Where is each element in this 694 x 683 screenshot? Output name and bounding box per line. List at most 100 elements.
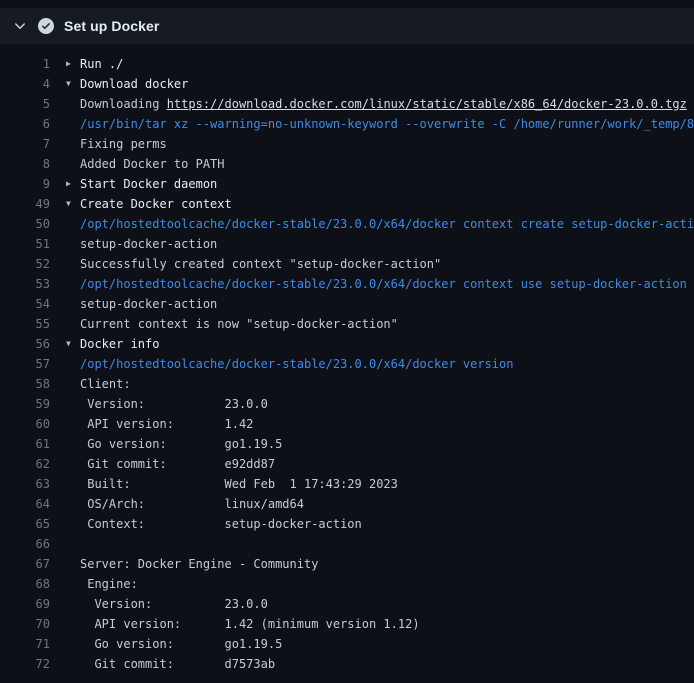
group-expanded-icon[interactable]: ▼ <box>66 334 80 354</box>
group-expanded-icon[interactable]: ▼ <box>66 74 80 94</box>
line-number[interactable]: 51 <box>0 234 50 254</box>
line-number[interactable]: 4 <box>0 74 50 94</box>
line-number[interactable]: 69 <box>0 594 50 614</box>
log-line: 62 Git commit: e92dd87 <box>0 454 694 474</box>
log-line: 70 API version: 1.42 (minimum version 1.… <box>0 614 694 634</box>
line-number[interactable]: 65 <box>0 514 50 534</box>
line-number[interactable]: 72 <box>0 654 50 674</box>
log-line: 64 OS/Arch: linux/amd64 <box>0 494 694 514</box>
indent-spacer <box>66 154 80 174</box>
log-text: Client: <box>80 374 131 394</box>
line-number[interactable]: 49 <box>0 194 50 214</box>
indent-spacer <box>66 614 80 634</box>
line-number[interactable]: 54 <box>0 294 50 314</box>
line-number[interactable]: 66 <box>0 534 50 554</box>
indent-spacer <box>66 654 80 674</box>
line-number[interactable]: 50 <box>0 214 50 234</box>
line-number[interactable]: 53 <box>0 274 50 294</box>
log-line: 66 <box>0 534 694 554</box>
group-expanded-icon[interactable]: ▼ <box>66 194 80 214</box>
log-text: API version: 1.42 <box>80 414 253 434</box>
indent-spacer <box>66 374 80 394</box>
log-line: 69 Version: 23.0.0 <box>0 594 694 614</box>
log-line: 61 Go version: go1.19.5 <box>0 434 694 454</box>
group-collapsed-icon[interactable]: ▶ <box>66 54 80 74</box>
line-number[interactable]: 60 <box>0 414 50 434</box>
log-text: Engine: <box>80 574 138 594</box>
log-text: API version: 1.42 (minimum version 1.12) <box>80 614 420 634</box>
indent-spacer <box>66 534 80 554</box>
line-number[interactable]: 6 <box>0 114 50 134</box>
line-number[interactable]: 55 <box>0 314 50 334</box>
indent-spacer <box>66 514 80 534</box>
indent-spacer <box>66 594 80 614</box>
line-number[interactable]: 63 <box>0 474 50 494</box>
log-text-prefix: Downloading <box>80 97 167 111</box>
log-text: Create Docker context <box>80 194 232 214</box>
log-line: 7 Fixing perms <box>0 134 694 154</box>
log-line: 65 Context: setup-docker-action <box>0 514 694 534</box>
line-number[interactable]: 52 <box>0 254 50 274</box>
log-text: Version: 23.0.0 <box>80 594 268 614</box>
indent-spacer <box>66 454 80 474</box>
log-line: 68 Engine: <box>0 574 694 594</box>
log-line: 54 setup-docker-action <box>0 294 694 314</box>
log-line: 51setup-docker-action <box>0 234 694 254</box>
line-number[interactable]: 67 <box>0 554 50 574</box>
check-circle-icon <box>38 18 54 34</box>
group-collapsed-icon[interactable]: ▶ <box>66 174 80 194</box>
line-number[interactable]: 64 <box>0 494 50 514</box>
indent-spacer <box>66 134 80 154</box>
line-number[interactable]: 68 <box>0 574 50 594</box>
line-number[interactable]: 61 <box>0 434 50 454</box>
log-group-line[interactable]: 9▶Start Docker daemon <box>0 174 694 194</box>
log-text: Fixing perms <box>80 134 167 154</box>
line-number[interactable]: 71 <box>0 634 50 654</box>
line-number[interactable]: 70 <box>0 614 50 634</box>
line-number[interactable]: 56 <box>0 334 50 354</box>
log-group-line[interactable]: 56▼Docker info <box>0 334 694 354</box>
line-number[interactable]: 5 <box>0 94 50 114</box>
chevron-down-icon[interactable] <box>12 18 28 34</box>
log-line: 59 Version: 23.0.0 <box>0 394 694 414</box>
log-line: 71 Go version: go1.19.5 <box>0 634 694 654</box>
line-number[interactable]: 9 <box>0 174 50 194</box>
indent-spacer <box>66 554 80 574</box>
log-link[interactable]: https://download.docker.com/linux/static… <box>167 97 687 111</box>
log-text: setup-docker-action <box>80 294 217 314</box>
log-line: 6/usr/bin/tar xz --warning=no-unknown-ke… <box>0 114 694 134</box>
log-text: Git commit: e92dd87 <box>80 454 275 474</box>
indent-spacer <box>66 114 80 134</box>
log-text: Downloading https://download.docker.com/… <box>80 94 687 114</box>
log-text: Added Docker to PATH <box>80 154 225 174</box>
indent-spacer <box>66 294 80 314</box>
step-header[interactable]: Set up Docker <box>0 8 694 44</box>
line-number[interactable]: 8 <box>0 154 50 174</box>
log-text: Server: Docker Engine - Community <box>80 554 318 574</box>
log-line: 60 API version: 1.42 <box>0 414 694 434</box>
log-text: /opt/hostedtoolcache/docker-stable/23.0.… <box>80 354 513 374</box>
log-text: /opt/hostedtoolcache/docker-stable/23.0.… <box>80 274 687 294</box>
indent-spacer <box>66 474 80 494</box>
log-line: 72 Git commit: d7573ab <box>0 654 694 674</box>
log-group-line[interactable]: 1▶Run ./ <box>0 54 694 74</box>
line-number[interactable]: 59 <box>0 394 50 414</box>
log-line: 57/opt/hostedtoolcache/docker-stable/23.… <box>0 354 694 374</box>
line-number[interactable]: 58 <box>0 374 50 394</box>
log-line: 53/opt/hostedtoolcache/docker-stable/23.… <box>0 274 694 294</box>
line-number[interactable]: 7 <box>0 134 50 154</box>
line-number[interactable]: 1 <box>0 54 50 74</box>
log-line: 5 Downloading https://download.docker.com… <box>0 94 694 114</box>
log-group-line[interactable]: 4▼Download docker <box>0 74 694 94</box>
indent-spacer <box>66 574 80 594</box>
log-group-line[interactable]: 49 ▼Create Docker context <box>0 194 694 214</box>
indent-spacer <box>66 274 80 294</box>
line-number[interactable]: 57 <box>0 354 50 374</box>
indent-spacer <box>66 314 80 334</box>
log-text: Go version: go1.19.5 <box>80 634 282 654</box>
indent-spacer <box>66 354 80 374</box>
log-body: 1▶Run ./4▼Download docker5Downloading ht… <box>0 44 694 674</box>
log-text: Git commit: d7573ab <box>80 654 275 674</box>
line-number[interactable]: 62 <box>0 454 50 474</box>
log-line: 58 Client: <box>0 374 694 394</box>
